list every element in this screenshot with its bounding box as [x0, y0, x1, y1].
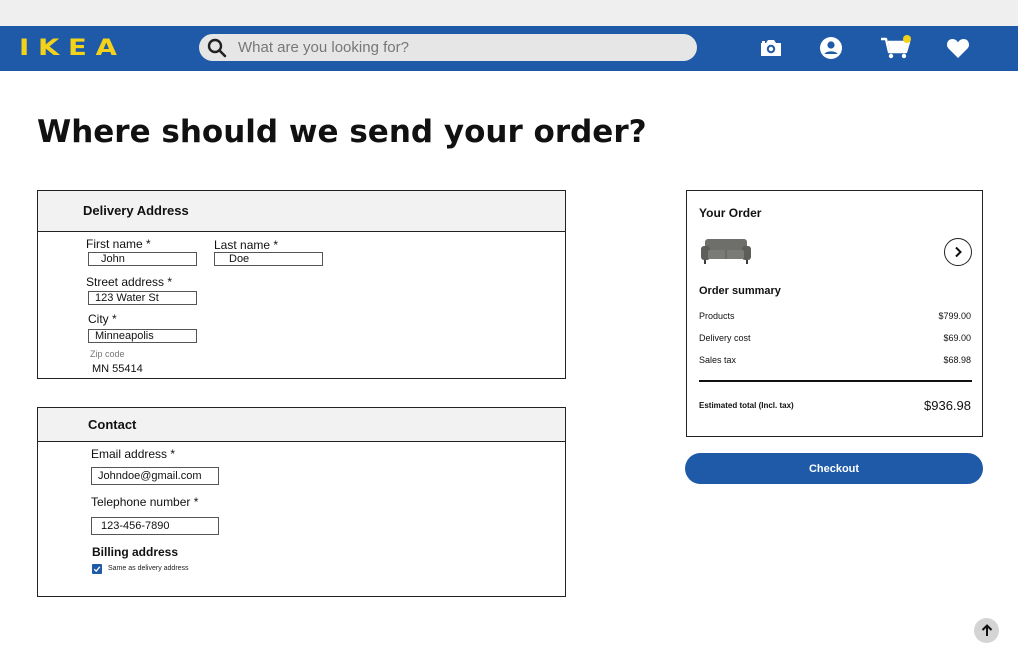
- cart-badge: [903, 35, 911, 43]
- contact-heading: Contact: [88, 417, 137, 432]
- estimated-total-value: $936.98: [924, 398, 971, 413]
- brand-name: IKEA: [19, 36, 126, 61]
- contact-panel: Contact Email address * Telephone number…: [37, 407, 566, 597]
- chevron-right-icon: [955, 246, 962, 258]
- sales-tax-label: Sales tax: [699, 355, 737, 365]
- ikea-logo[interactable]: IKEA: [19, 36, 117, 62]
- search-icon: [207, 38, 227, 58]
- top-navigation-bar: IKEA: [0, 26, 1018, 71]
- same-as-delivery-label[interactable]: Same as delivery address: [108, 565, 189, 572]
- products-value: $799.00: [938, 311, 971, 321]
- billing-address-heading: Billing address: [92, 545, 179, 559]
- city-field[interactable]: [88, 329, 197, 343]
- cart-icon[interactable]: [880, 34, 914, 62]
- last-name-field[interactable]: [214, 252, 323, 266]
- email-field[interactable]: [91, 467, 219, 485]
- street-address-label: Street address *: [86, 275, 173, 289]
- first-name-label: First name *: [86, 237, 151, 251]
- zip-code-label: Zip code: [90, 349, 125, 359]
- last-name-label: Last name *: [214, 238, 279, 252]
- street-address-field[interactable]: [88, 291, 197, 305]
- checkout-button[interactable]: Checkout: [685, 453, 983, 484]
- order-summary-panel: Your Order Order summary Products $799.0…: [686, 190, 983, 437]
- arrow-up-icon: [981, 624, 992, 636]
- telephone-field[interactable]: [91, 517, 219, 535]
- delivery-cost-value: $69.00: [943, 333, 971, 343]
- contact-header: Contact: [38, 408, 565, 442]
- search-bar[interactable]: [199, 34, 697, 61]
- next-item-button[interactable]: [944, 238, 972, 266]
- estimated-total-label: Estimated total (Incl. tax): [699, 401, 794, 410]
- telephone-label: Telephone number *: [91, 495, 199, 509]
- checkmark-icon: [93, 566, 101, 573]
- zip-code-value[interactable]: MN 55414: [92, 363, 143, 375]
- page-title: Where should we send your order?: [37, 114, 647, 150]
- camera-icon[interactable]: [757, 34, 785, 62]
- delivery-address-heading: Delivery Address: [83, 203, 189, 218]
- browser-top-strip: [0, 0, 1018, 26]
- heart-icon[interactable]: [944, 34, 972, 62]
- order-summary-heading: Order summary: [699, 285, 781, 297]
- city-label: City *: [88, 312, 117, 326]
- search-input[interactable]: [238, 34, 678, 61]
- first-name-field[interactable]: [88, 252, 197, 266]
- delivery-cost-label: Delivery cost: [699, 333, 751, 343]
- your-order-heading: Your Order: [699, 206, 762, 220]
- summary-divider: [699, 380, 972, 382]
- scroll-to-top-button[interactable]: [974, 618, 999, 643]
- delivery-address-panel: Delivery Address First name * Last name …: [37, 190, 566, 379]
- account-icon[interactable]: [817, 34, 845, 62]
- same-as-delivery-checkbox[interactable]: [92, 564, 102, 574]
- delivery-address-header: Delivery Address: [38, 191, 565, 232]
- email-label: Email address *: [91, 447, 176, 461]
- sales-tax-value: $68.98: [943, 355, 971, 365]
- sofa-image[interactable]: [699, 236, 753, 266]
- products-label: Products: [699, 311, 735, 321]
